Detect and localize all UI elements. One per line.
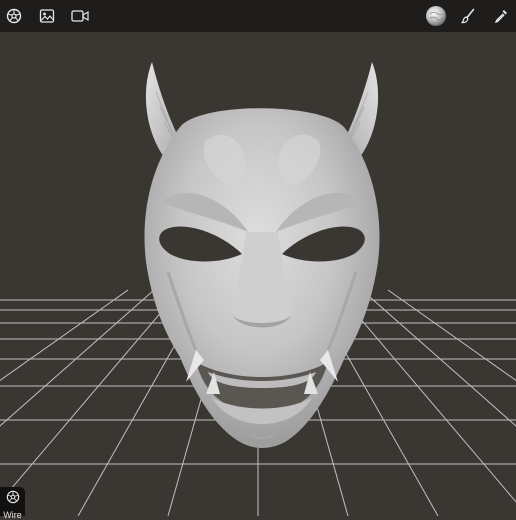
wire-label: Wire [3,510,22,520]
color-picker-button[interactable] [489,4,513,28]
brush-button[interactable] [456,4,480,28]
top-toolbar [0,0,516,32]
wireframe-icon [6,487,20,509]
brush-icon [460,8,476,24]
color-picker-icon [493,8,509,24]
mask-tool-icon [6,8,22,24]
gallery-icon [39,8,55,24]
gallery-button[interactable] [35,4,59,28]
mask-tool-button[interactable] [2,4,26,28]
sculpt-viewport[interactable] [0,32,516,516]
mask-model [144,62,380,448]
material-sphere-icon [425,5,447,27]
material-button[interactable] [424,4,448,28]
wire-button[interactable]: Wire [0,487,25,520]
camera-icon [71,9,89,23]
camera-button[interactable] [68,4,92,28]
viewport-canvas [0,62,516,516]
